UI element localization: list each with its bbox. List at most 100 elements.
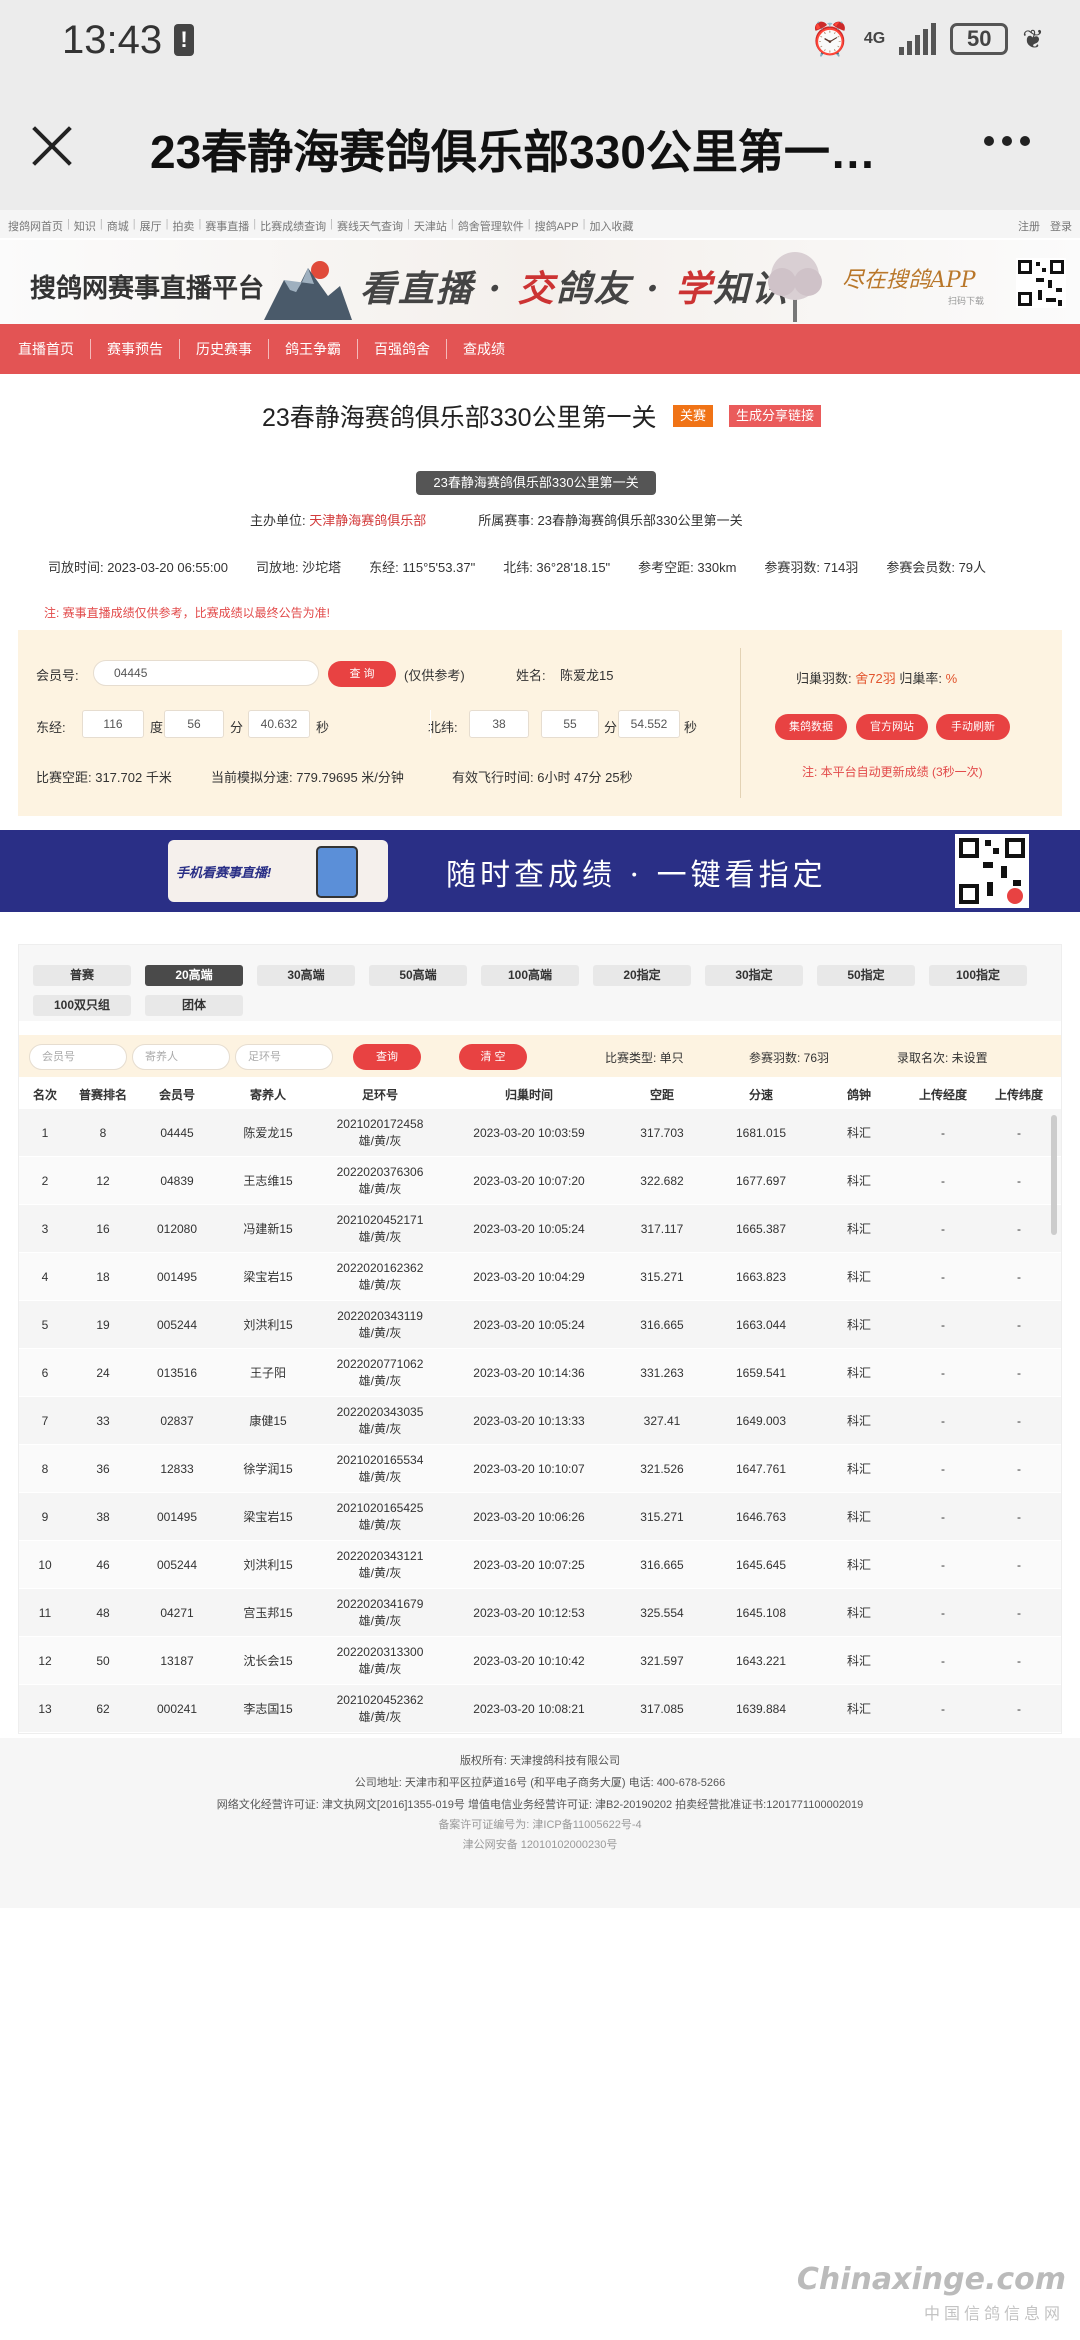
menu-item[interactable]: 查成绩 <box>446 339 521 359</box>
ring-number: 2022020313300 <box>336 1644 424 1659</box>
north-minute-input[interactable]: 55 <box>541 710 599 738</box>
collect-data-button[interactable]: 集鸽数据 <box>775 714 847 740</box>
filter-ring-input[interactable]: 足环号 <box>235 1044 333 1070</box>
site-nav-link[interactable]: 赛线天气查询 <box>337 218 403 234</box>
table-row[interactable]: 6 24 013516 王子阳 2022020771062 雄/黄/灰 2023-03-20… <box>19 1349 1061 1397</box>
ring-attributes: 雄/黄/灰 <box>358 1709 402 1724</box>
refresh-button[interactable]: 手动刷新 <box>936 714 1010 740</box>
table-row[interactable]: 11 48 04271 宫玉邦15 2022020341679 雄/黄/灰 2023-03-… <box>19 1589 1061 1637</box>
ring-number: 2021020165534 <box>336 1452 424 1467</box>
tab-button[interactable]: 100指定 <box>929 965 1027 986</box>
table-cell: 科汇 <box>846 1222 871 1236</box>
east-degree-input[interactable]: 116 <box>82 710 144 738</box>
site-nav-link[interactable]: 知识 <box>74 218 96 234</box>
banner-slogan: 看直播 · 交鸽友 · 学知识 <box>360 268 790 310</box>
table-cell: 2023-03-20 10:05:24 <box>473 1317 585 1332</box>
north-second-input[interactable]: 54.552 <box>618 710 680 738</box>
north-degree-input[interactable]: 38 <box>469 710 529 738</box>
menu-item[interactable]: 鸽王争霸 <box>268 339 357 359</box>
table-cell: 1639.884 <box>735 1701 787 1716</box>
table-cell: 327.41 <box>643 1413 681 1428</box>
east-second-input[interactable]: 40.632 <box>248 710 310 738</box>
menu-item[interactable]: 赛事预告 <box>90 339 179 359</box>
panel-divider <box>740 648 741 798</box>
ring-cell: 2022020313300 雄/黄/灰 <box>317 1637 443 1684</box>
tree-illustration <box>768 252 822 322</box>
site-nav-link[interactable]: 搜鸽APP <box>535 218 579 234</box>
site-nav-link[interactable]: 展厅 <box>140 218 162 234</box>
tab-button[interactable]: 团体 <box>145 995 243 1016</box>
site-nav-link[interactable]: 商城 <box>107 218 129 234</box>
tab-button[interactable]: 100高端 <box>481 965 579 986</box>
share-link-button[interactable]: 生成分享链接 <box>729 405 822 427</box>
table-row[interactable]: 10 46 005244 刘洪利15 2022020343121 雄/黄/灰 2023-03… <box>19 1541 1061 1589</box>
tab-button[interactable]: 50高端 <box>369 965 467 986</box>
menu-item[interactable]: 历史赛事 <box>179 339 268 359</box>
filter-owner-input[interactable]: 寄养人 <box>132 1044 230 1070</box>
login-link[interactable]: 登录 <box>1050 218 1072 234</box>
table-row[interactable]: 8 36 12833 徐学润15 2021020165534 雄/黄/灰 2023-03-2… <box>19 1445 1061 1493</box>
register-link[interactable]: 注册 <box>1018 218 1040 234</box>
tab-button[interactable]: 50指定 <box>817 965 915 986</box>
east-label: 东经: <box>36 720 66 735</box>
account-links: 注册 登录 <box>1018 218 1072 234</box>
site-nav-link[interactable]: 搜鸽网首页 <box>8 218 63 234</box>
table-cell: 1647.761 <box>735 1461 787 1476</box>
table-row[interactable]: 3 16 012080 冯建新15 2021020452171 雄/黄/灰 2023-03-… <box>19 1205 1061 1253</box>
member-input[interactable]: 04445 <box>93 660 319 686</box>
table-row[interactable]: 5 19 005244 刘洪利15 2022020343119 雄/黄/灰 2023-03-… <box>19 1301 1061 1349</box>
filter-member-input[interactable]: 会员号 <box>29 1044 127 1070</box>
more-icon[interactable] <box>984 136 1030 146</box>
filter-query-button[interactable]: 查询 <box>353 1044 421 1070</box>
site-nav-link[interactable]: 拍卖 <box>172 218 194 234</box>
host-link[interactable]: 天津静海赛鸽俱乐部 <box>309 513 426 528</box>
official-site-button[interactable]: 官方网站 <box>856 714 928 740</box>
tab-button[interactable]: 30高端 <box>257 965 355 986</box>
table-cell: 徐学润15 <box>243 1462 293 1476</box>
tab-button[interactable]: 20高端 <box>145 965 243 986</box>
alert-icon: ! <box>174 24 194 56</box>
table-row[interactable]: 4 18 001495 梁宝岩15 2022020162362 雄/黄/灰 2023-03-… <box>19 1253 1061 1301</box>
site-nav-link[interactable]: 天津站 <box>414 218 447 234</box>
results-table: 1 8 04445 陈爱龙15 2021020172458 雄/黄/灰 2023-03-20… <box>19 1109 1061 1733</box>
filter-clear-button[interactable]: 清 空 <box>459 1044 527 1070</box>
table-cell: 科汇 <box>846 1462 871 1476</box>
table-cell: 2023-03-20 10:10:07 <box>473 1461 585 1476</box>
table-row[interactable]: 7 33 02837 康健15 2022020343035 雄/黄/灰 2023-03-20… <box>19 1397 1061 1445</box>
entry-count-text: 参赛羽数: 76羽 <box>749 1051 830 1065</box>
table-cell: 科汇 <box>846 1126 871 1140</box>
member-query-button[interactable]: 查 询 <box>328 661 396 687</box>
table-cell: - <box>941 1365 945 1380</box>
tab-button[interactable]: 30指定 <box>705 965 803 986</box>
ring-cell: 2021020165534 雄/黄/灰 <box>317 1445 443 1492</box>
site-nav-link[interactable]: 鸽舍管理软件 <box>458 218 524 234</box>
table-cell: 1 <box>41 1125 49 1140</box>
table-row[interactable]: 12 50 13187 沈长会15 2022020313300 雄/黄/灰 2023-03-… <box>19 1637 1061 1685</box>
tab-button[interactable]: 20指定 <box>593 965 691 986</box>
table-scrollbar[interactable] <box>1051 1115 1057 1235</box>
close-icon[interactable] <box>30 124 74 168</box>
table-row[interactable]: 9 38 001495 梁宝岩15 2021020165425 雄/黄/灰 2023-03-… <box>19 1493 1061 1541</box>
tab-button[interactable]: 普赛 <box>33 965 131 986</box>
site-nav-link[interactable]: 加入收藏 <box>589 218 633 234</box>
ring-number: 2022020343035 <box>336 1404 424 1419</box>
table-row[interactable]: 13 62 000241 李志国15 2021020452362 雄/黄/灰 2023-03… <box>19 1685 1061 1733</box>
table-cell: - <box>941 1221 945 1236</box>
tab-button[interactable]: 100双只组 <box>33 995 131 1016</box>
site-nav-link[interactable]: 赛事直播 <box>205 218 249 234</box>
app-ad-banner[interactable]: 手机看赛事直播! 随时查成绩 · 一键看指定 <box>0 830 1080 912</box>
east-minute-input[interactable]: 56 <box>164 710 224 738</box>
distance-text: 比赛空距: 317.702 千米 <box>36 770 172 785</box>
menu-item[interactable]: 百强鸽舍 <box>357 339 446 359</box>
table-row[interactable]: 1 8 04445 陈爱龙15 2021020172458 雄/黄/灰 2023-03-20… <box>19 1109 1061 1157</box>
table-row[interactable]: 2 12 04839 王志维15 2022020376306 雄/黄/灰 2023-03-2… <box>19 1157 1061 1205</box>
table-cell: 325.554 <box>640 1605 684 1620</box>
site-logo[interactable]: 搜鸽网赛事直播平台 <box>30 268 264 305</box>
table-cell: 315.271 <box>640 1509 684 1524</box>
menu-item[interactable]: 直播首页 <box>18 339 90 359</box>
column-header: 鸽钟 <box>846 1088 871 1102</box>
minute-unit: 分 <box>604 720 618 735</box>
site-nav-link[interactable]: 比赛成绩查询 <box>260 218 326 234</box>
table-cell: 2023-03-20 10:08:21 <box>473 1701 585 1716</box>
table-cell: 1643.221 <box>735 1653 787 1668</box>
